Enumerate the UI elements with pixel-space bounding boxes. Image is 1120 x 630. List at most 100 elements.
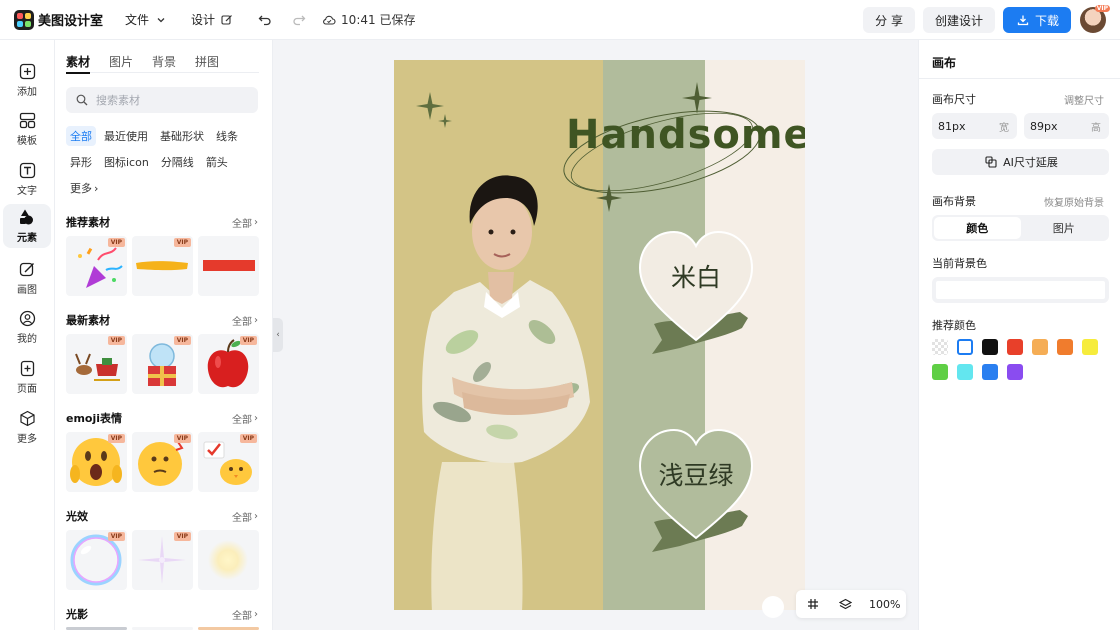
person-photo[interactable] bbox=[402, 132, 602, 610]
draw-icon bbox=[18, 260, 36, 278]
color-swatches bbox=[932, 339, 1109, 380]
chip-more-label: 更多 bbox=[70, 182, 92, 195]
swatch-cyan[interactable] bbox=[957, 364, 973, 380]
swatch-orange[interactable] bbox=[1057, 339, 1073, 355]
layers-icon[interactable] bbox=[837, 596, 853, 612]
undo-icon[interactable] bbox=[257, 12, 273, 28]
asset-tile-sparkle[interactable]: VIP bbox=[132, 530, 193, 590]
chevron-right-icon: › bbox=[94, 181, 99, 195]
vip-badge: VIP bbox=[107, 238, 125, 247]
create-design-button[interactable]: 创建设计 bbox=[922, 7, 995, 33]
tab-images[interactable]: 图片 bbox=[109, 53, 133, 73]
tab-materials[interactable]: 素材 bbox=[66, 53, 91, 74]
vip-badge: VIP bbox=[239, 336, 257, 345]
properties-title: 画布 bbox=[932, 56, 957, 70]
tab-color[interactable]: 颜色 bbox=[934, 217, 1021, 239]
width-input[interactable]: 81px 宽 bbox=[932, 113, 1017, 139]
vip-badge: VIP bbox=[173, 434, 191, 443]
swatch-light-orange[interactable] bbox=[1032, 339, 1048, 355]
collapse-panel-button[interactable]: ‹ bbox=[273, 318, 283, 352]
chip-recent[interactable]: 最近使用 bbox=[100, 126, 152, 146]
asset-tile-yellow-brush[interactable]: VIP bbox=[132, 236, 193, 296]
rail-item-text[interactable]: 文字 bbox=[3, 157, 51, 201]
rail-item-add[interactable]: 添加 bbox=[3, 58, 51, 102]
asset-tile-glow[interactable] bbox=[198, 530, 259, 590]
avatar[interactable]: VIP bbox=[1080, 5, 1110, 33]
search-box[interactable] bbox=[66, 87, 258, 113]
vip-badge: VIP bbox=[173, 532, 191, 541]
canvas-bg-label: 画布背景 bbox=[932, 195, 976, 208]
height-value: 89px bbox=[1030, 119, 1058, 133]
asset-tile-emoji-chick[interactable]: VIP bbox=[198, 432, 259, 492]
design-canvas[interactable]: Handsome 米白 浅豆绿 bbox=[394, 60, 805, 610]
asset-tile-gift-snowglobe[interactable]: VIP bbox=[132, 334, 193, 394]
section-more-emoji[interactable]: 全部 › bbox=[232, 411, 258, 426]
section-more-shadows[interactable]: 全部 › bbox=[232, 607, 258, 622]
swatch-white[interactable] bbox=[957, 339, 973, 355]
tab-backgrounds[interactable]: 背景 bbox=[152, 53, 176, 73]
height-unit: 高 bbox=[1091, 122, 1101, 134]
rail-label: 元素 bbox=[17, 233, 37, 244]
asset-tile-bubble[interactable]: VIP bbox=[66, 530, 127, 590]
swatch-black[interactable] bbox=[982, 339, 998, 355]
asset-tile-emoji-shocked[interactable]: VIP bbox=[66, 432, 127, 492]
heart-label-sage[interactable]: 浅豆绿 bbox=[635, 456, 757, 492]
vip-badge: VIP bbox=[107, 532, 125, 541]
current-bg-color-field[interactable] bbox=[932, 277, 1109, 303]
section-more-light-effects[interactable]: 全部 › bbox=[232, 509, 258, 524]
grid-icon[interactable] bbox=[805, 596, 821, 612]
asset-tile-emoji-thinking[interactable]: VIP bbox=[132, 432, 193, 492]
height-input[interactable]: 89px 高 bbox=[1024, 113, 1109, 139]
chip-dividers[interactable]: 分隔线 bbox=[157, 152, 198, 172]
section-more-latest[interactable]: 全部 › bbox=[232, 313, 258, 328]
rail-item-more[interactable]: 更多 bbox=[3, 405, 51, 449]
swatch-blue[interactable] bbox=[982, 364, 998, 380]
chip-icons[interactable]: 图标icon bbox=[100, 152, 153, 172]
app-logo[interactable]: 美图设计室 bbox=[14, 9, 103, 30]
section-title-recommended: 推荐素材 bbox=[66, 216, 110, 229]
chevron-right-icon: › bbox=[254, 217, 258, 228]
rail-item-mine[interactable]: 我的 bbox=[3, 305, 51, 349]
resize-link[interactable]: 调整尺寸 bbox=[1064, 92, 1104, 107]
chip-arrows[interactable]: 箭头 bbox=[202, 152, 232, 172]
download-button[interactable]: 下载 bbox=[1002, 7, 1071, 33]
file-menu[interactable]: 文件 bbox=[125, 11, 169, 28]
tab-image[interactable]: 图片 bbox=[1021, 217, 1108, 239]
asset-tile-reindeer-sleigh[interactable]: VIP bbox=[66, 334, 127, 394]
cloud-icon bbox=[321, 12, 337, 28]
chip-all[interactable]: 全部 bbox=[66, 126, 96, 146]
logo-icon bbox=[14, 9, 34, 30]
ai-size-extend-button[interactable]: AI尺寸延展 bbox=[932, 149, 1109, 175]
tab-collage[interactable]: 拼图 bbox=[195, 53, 219, 73]
vip-badge: VIP bbox=[173, 336, 191, 345]
width-value: 81px bbox=[938, 119, 966, 133]
rail-item-draw[interactable]: 画图 bbox=[3, 256, 51, 300]
chip-more[interactable]: 更多 › bbox=[66, 178, 102, 198]
zoom-level[interactable]: 100% bbox=[869, 598, 900, 611]
rail-label: 添加 bbox=[17, 87, 37, 98]
chip-lines[interactable]: 线条 bbox=[212, 126, 242, 146]
section-more-recommended[interactable]: 全部 › bbox=[232, 215, 258, 230]
swatch-transparent[interactable] bbox=[932, 339, 948, 355]
chip-basic-shapes[interactable]: 基础形状 bbox=[156, 126, 208, 146]
restore-bg-link[interactable]: 恢复原始背景 bbox=[1044, 194, 1104, 209]
asset-tile-red-bar[interactable] bbox=[198, 236, 259, 296]
search-input[interactable] bbox=[96, 93, 246, 107]
top-bar: 美图设计室 文件 设计 10:41 已保存 分 享 创建设计 下载 VIP bbox=[0, 0, 1120, 40]
heart-label-cream[interactable]: 米白 bbox=[635, 258, 757, 294]
swatch-purple[interactable] bbox=[1007, 364, 1023, 380]
swatch-red[interactable] bbox=[1007, 339, 1023, 355]
redo-icon[interactable] bbox=[291, 12, 307, 28]
rail-item-page[interactable]: 页面 bbox=[3, 355, 51, 399]
design-menu[interactable]: 设计 bbox=[191, 11, 235, 28]
share-button[interactable]: 分 享 bbox=[863, 7, 915, 33]
chip-irregular[interactable]: 异形 bbox=[66, 152, 96, 172]
rail-item-elements[interactable]: 元素 bbox=[3, 204, 51, 248]
vip-badge: VIP bbox=[107, 336, 125, 345]
swatch-yellow[interactable] bbox=[1082, 339, 1098, 355]
swatch-green[interactable] bbox=[932, 364, 948, 380]
floating-help-button[interactable] bbox=[762, 596, 784, 618]
asset-tile-party-popper[interactable]: VIP bbox=[66, 236, 127, 296]
asset-tile-apple[interactable]: VIP bbox=[198, 334, 259, 394]
rail-item-template[interactable]: 模板 bbox=[3, 107, 51, 151]
